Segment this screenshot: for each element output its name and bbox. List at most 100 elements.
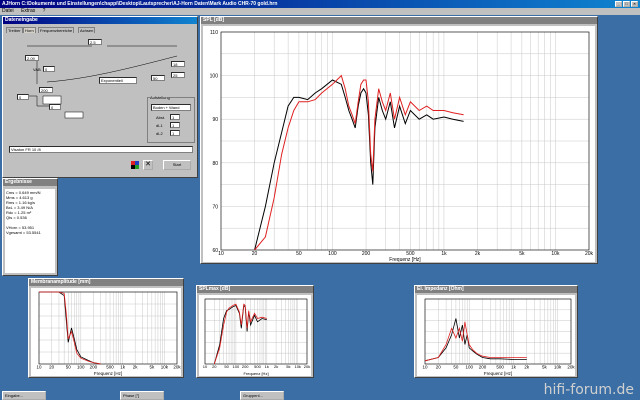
x-tick-label: 10 bbox=[422, 365, 428, 370]
abst-label: Abst. bbox=[156, 115, 166, 120]
x-tick-label: 1k bbox=[441, 251, 447, 257]
excursion-window: Membranamplitude [mm] 10 20 50 100 200 500 1k 2… bbox=[28, 278, 184, 378]
x-tick-label: 10k bbox=[554, 365, 562, 370]
left-value-field[interactable]: 2.09 bbox=[25, 55, 39, 61]
x-tick-label: 10k bbox=[551, 251, 560, 257]
results-window-title: Ergebnisse bbox=[3, 179, 57, 186]
x-tick-label: 200 bbox=[362, 251, 371, 257]
tab-treiber[interactable]: Treiber bbox=[6, 27, 23, 33]
x-tick-label: 10k bbox=[294, 364, 300, 369]
x-tick-label: 500 bbox=[254, 364, 261, 369]
spl-window-title: SPL [dB] bbox=[201, 17, 597, 24]
excursion-plot: 10 20 50 100 200 500 1k 2k 5k 10k 20k Frequenz [Hz] bbox=[31, 288, 181, 376]
dl1-label: dL1 bbox=[156, 123, 163, 128]
dl2-field[interactable]: 1 bbox=[170, 130, 180, 136]
impedance-chart: 10 20 50 100 200 500 1k 2k 5k 10k 20k Frequenz [Hz] bbox=[422, 298, 575, 376]
s1-field[interactable]: 18 bbox=[171, 61, 185, 67]
d-field[interactable]: 0 bbox=[49, 104, 61, 110]
aufstellung-group: Aufstellung Boden + Wand Abst. 1 dL1 1 d… bbox=[147, 95, 195, 143]
x-tick-label: 100 bbox=[328, 251, 337, 257]
x-tick-label: 20 bbox=[252, 251, 258, 257]
x-tick-label: 100 bbox=[233, 364, 240, 369]
x-axis-label: Frequenz [Hz] bbox=[484, 371, 512, 376]
task-phase[interactable]: Phase [°] bbox=[120, 391, 164, 400]
t-field[interactable]: 0 bbox=[17, 94, 29, 100]
driver-name-field[interactable]: Visaton FR 10 /8 bbox=[9, 146, 193, 153]
horn-type-select[interactable]: Exponentiell bbox=[99, 77, 137, 84]
menu-extras[interactable]: Extras bbox=[21, 8, 35, 14]
x-axis-label: Frequenz [Hz] bbox=[243, 371, 268, 376]
y-tick-label: 80 bbox=[212, 161, 218, 167]
y-tick-label: 90 bbox=[212, 117, 218, 123]
x-tick-label: 5k bbox=[149, 365, 155, 370]
vab-label: VAB bbox=[33, 67, 41, 72]
aufstellung-select[interactable]: Boden + Wand bbox=[151, 104, 191, 111]
x-tick-label: 50 bbox=[453, 365, 459, 370]
x-tick-label: 50 bbox=[66, 365, 72, 370]
impedance-plot: 10 20 50 100 200 500 1k 2k 5k 10k 20k Frequenz [Hz] bbox=[417, 295, 575, 376]
excursion-chart: 10 20 50 100 200 500 1k 2k 5k 10k 20k Frequenz [Hz] bbox=[36, 291, 181, 376]
x-tick-label: 5k bbox=[542, 365, 548, 370]
input-window-title: Dateneingabe bbox=[3, 17, 197, 24]
tab-achsen[interactable]: Achsen bbox=[78, 27, 96, 33]
vab-field[interactable]: 0 bbox=[43, 66, 55, 72]
dl2-label: dL2 bbox=[156, 131, 163, 136]
x-tick-label: 1k bbox=[511, 365, 517, 370]
minimize-button[interactable]: _ bbox=[615, 1, 622, 7]
impedance-window: El. Impedanz [Ohm] 10 20 50 100 200 500 1k 2k 5k… bbox=[414, 285, 578, 378]
app-title-bar: AJHorn C:\Dokumente und Einstellungen\ch… bbox=[0, 0, 640, 8]
series-line-red bbox=[213, 303, 267, 365]
x-tick-label: 5k bbox=[286, 364, 290, 369]
menu-datei[interactable]: Datei bbox=[2, 8, 14, 14]
spl-window: SPL [dB] 10 20 50 100 200 500 1k 2k 5k 10k 20k 60 70… bbox=[200, 16, 598, 264]
y-tick-label: 60 bbox=[212, 248, 218, 254]
y-tick-label: 110 bbox=[210, 30, 218, 36]
x-tick-label: 2k bbox=[274, 364, 278, 369]
menu-help[interactable]: ? bbox=[43, 8, 46, 14]
x-tick-label: 1k bbox=[120, 365, 126, 370]
start-button[interactable]: Start bbox=[163, 160, 191, 170]
task-gruppenlaufzeit[interactable]: Gruppenl... bbox=[240, 391, 284, 400]
dl1-field[interactable]: 1 bbox=[170, 122, 180, 128]
spl-plot: 10 20 50 100 200 500 1k 2k 5k 10k 20k 60 70 80 90 100 11… bbox=[203, 26, 595, 263]
x-tick-label: 20k bbox=[173, 365, 181, 370]
x-tick-label: 10 bbox=[218, 251, 224, 257]
x-tick-label: 100 bbox=[77, 365, 85, 370]
top-value-field[interactable]: 2.5 bbox=[88, 39, 102, 45]
watermark: hifi-forum.de bbox=[543, 382, 634, 398]
x-tick-label: 100 bbox=[465, 365, 473, 370]
y-tick-label: 100 bbox=[210, 74, 219, 80]
y-tick-label: 70 bbox=[212, 204, 218, 210]
x-tick-label: 500 bbox=[106, 365, 114, 370]
close-button[interactable]: × bbox=[631, 1, 638, 7]
color-picker-icon[interactable] bbox=[131, 161, 139, 169]
abst-field[interactable]: 1 bbox=[170, 114, 180, 120]
x-tick-label: 20k bbox=[304, 364, 310, 369]
tab-frequenzbereiche[interactable]: Frequenzbereiche bbox=[38, 27, 75, 33]
tab-horn[interactable]: Horn bbox=[23, 27, 36, 33]
input-window: Dateneingabe Treiber Horn Frequenzbereic… bbox=[2, 16, 198, 178]
x-tick-label: 1k bbox=[265, 364, 269, 369]
delete-button[interactable]: ✕ bbox=[143, 160, 153, 170]
x-tick-label: 20 bbox=[436, 365, 442, 370]
x-tick-label: 200 bbox=[242, 364, 249, 369]
splmax-plot: 10 20 50 100 200 500 1k 2k 5k 10k 20k Frequenz [Hz] bbox=[199, 295, 311, 376]
x-tick-label: 20k bbox=[567, 365, 575, 370]
bass-field[interactable]: 200 bbox=[39, 87, 53, 93]
task-eingabe[interactable]: Eingabe... bbox=[2, 391, 46, 400]
results-window: Ergebnisse Cms = 0.649 mm/N Mms = 4.613 … bbox=[2, 178, 58, 276]
x-tick-label: 200 bbox=[90, 365, 98, 370]
s2-field[interactable]: 25 bbox=[171, 72, 185, 78]
x-tick-label: 2k bbox=[133, 365, 139, 370]
x-tick-label: 5k bbox=[519, 251, 525, 257]
splmax-chart: 10 20 50 100 200 500 1k 2k 5k 10k 20k Frequenz [Hz] bbox=[203, 298, 310, 376]
s-field[interactable]: 50 bbox=[151, 75, 165, 81]
x-tick-label: 200 bbox=[479, 365, 487, 370]
x-tick-label: 20 bbox=[212, 364, 217, 369]
app-title: AJHorn C:\Dokumente und Einstellungen\ch… bbox=[2, 1, 278, 7]
menu-bar: Datei Extras ? bbox=[0, 8, 640, 15]
maximize-button[interactable]: □ bbox=[623, 1, 630, 7]
x-axis-label: Frequenz [Hz] bbox=[94, 371, 122, 376]
x-axis-label: Frequenz [Hz] bbox=[389, 257, 421, 262]
x-tick-label: 10 bbox=[203, 364, 208, 369]
